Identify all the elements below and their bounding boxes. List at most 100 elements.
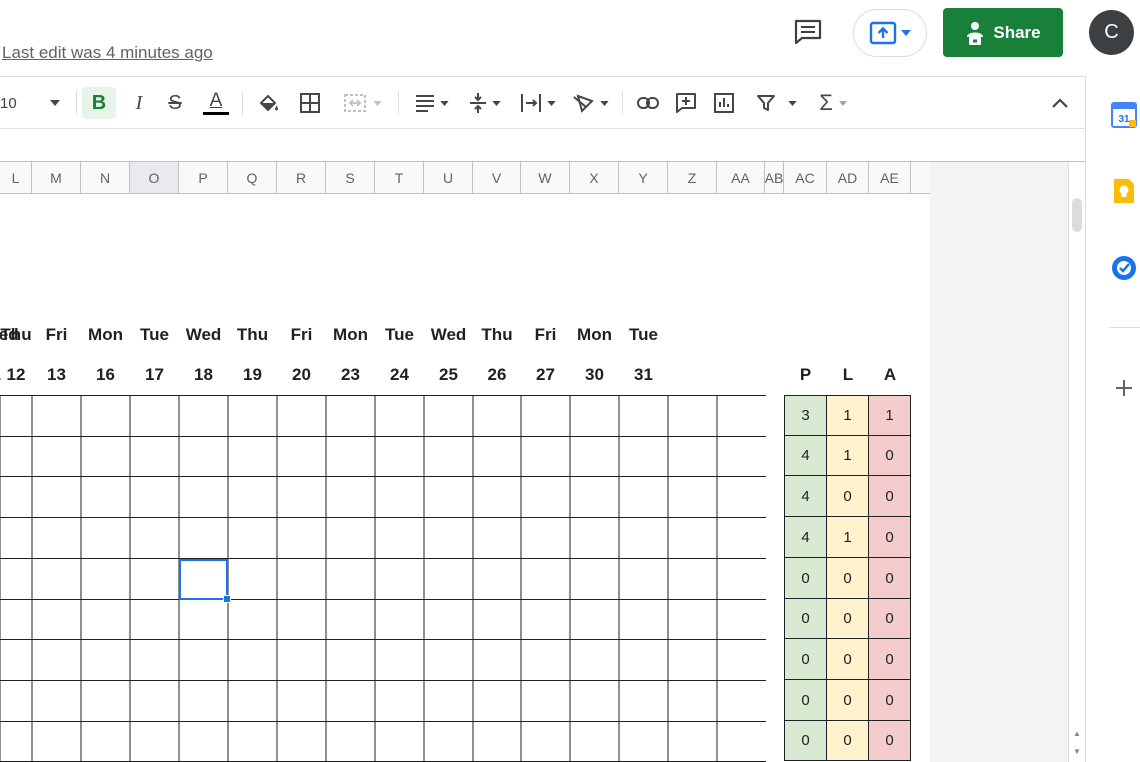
present-count-cell[interactable]: 4 [784, 476, 827, 517]
column-header-q[interactable]: Q [228, 162, 277, 193]
column-header-y[interactable]: Y [619, 162, 668, 193]
create-filter-button[interactable] [748, 87, 804, 119]
column-header-ad[interactable]: AD [827, 162, 869, 193]
attendance-grid[interactable] [0, 395, 769, 762]
text-color-button[interactable]: A [198, 87, 234, 119]
column-header-w[interactable]: W [521, 162, 570, 193]
day-of-week-label: Thu [0, 325, 32, 344]
late-count-cell[interactable]: 0 [827, 680, 869, 721]
chevron-down-icon [901, 30, 911, 36]
calendar-button[interactable]: 31 [1109, 100, 1139, 130]
present-count-cell[interactable]: 0 [784, 721, 827, 761]
column-header-o[interactable]: O [130, 162, 179, 193]
text-rotation-button[interactable] [568, 87, 612, 119]
present-count-cell[interactable]: 4 [784, 436, 827, 476]
column-header-n[interactable]: N [81, 162, 130, 193]
day-number-label: 17 [145, 365, 164, 384]
column-header-x[interactable]: X [570, 162, 619, 193]
formula-bar[interactable] [0, 129, 1085, 162]
late-count-cell[interactable]: 0 [827, 476, 869, 517]
column-header-ab[interactable]: AB [765, 162, 784, 193]
absent-count-cell[interactable]: 0 [869, 599, 911, 639]
day-number-label: 24 [390, 365, 409, 384]
column-header-ae[interactable]: AE [869, 162, 911, 193]
functions-button[interactable]: Σ [812, 87, 854, 119]
bold-button[interactable]: B [82, 87, 116, 119]
column-header-p[interactable]: P [179, 162, 228, 193]
keep-button[interactable] [1109, 176, 1139, 206]
strikethrough-button[interactable]: S [160, 87, 190, 119]
column-header-u[interactable]: U [424, 162, 473, 193]
side-panel: 31 [1085, 76, 1140, 762]
day-of-week-label: Tue [629, 325, 658, 344]
scroll-up-arrow-icon[interactable]: ▲ [1071, 728, 1083, 740]
italic-button[interactable]: I [124, 87, 154, 119]
absent-count-cell[interactable]: 0 [869, 721, 911, 761]
present-count-cell[interactable]: 0 [784, 599, 827, 639]
fill-color-button[interactable] [254, 87, 284, 119]
column-header-z[interactable]: Z [668, 162, 717, 193]
day-of-week-label: Mon [333, 325, 368, 344]
absent-count-cell[interactable]: 0 [869, 476, 911, 517]
share-button[interactable]: Share [943, 8, 1063, 57]
absent-count-cell[interactable]: 0 [869, 517, 911, 558]
late-count-cell[interactable]: 1 [827, 395, 869, 436]
column-header-ac[interactable]: AC [784, 162, 827, 193]
late-count-cell[interactable]: 1 [827, 517, 869, 558]
day-number-label: 13 [47, 365, 66, 384]
absent-count-cell[interactable]: 0 [869, 558, 911, 599]
present-button[interactable] [853, 9, 927, 57]
present-count-cell[interactable]: 0 [784, 680, 827, 721]
insert-link-button[interactable] [632, 87, 664, 119]
column-header-r[interactable]: R [277, 162, 326, 193]
absent-count-cell[interactable]: 0 [869, 639, 911, 680]
insert-comment-button[interactable] [670, 87, 702, 119]
present-count-cell[interactable]: 4 [784, 517, 827, 558]
day-of-week-label: Tue [385, 325, 414, 344]
horizontal-align-button[interactable] [408, 87, 454, 119]
borders-button[interactable] [294, 87, 326, 119]
late-count-cell[interactable]: 1 [827, 436, 869, 476]
scroll-down-arrow-icon[interactable]: ▼ [1071, 746, 1083, 758]
day-number-label: 19 [243, 365, 262, 384]
present-count-cell[interactable]: 0 [784, 639, 827, 680]
absent-count-cell[interactable]: 1 [869, 395, 911, 436]
late-count-cell[interactable]: 0 [827, 639, 869, 680]
chevron-down-icon [50, 100, 60, 106]
hide-menus-button[interactable] [1044, 87, 1076, 119]
column-header-l[interactable]: L [0, 162, 32, 193]
day-of-week-label: Mon [88, 325, 123, 344]
column-header-aa[interactable]: AA [717, 162, 765, 193]
sheet-grid[interactable]: Wed11Thu12Fri13Mon16Tue17Wed18Thu19Fri20… [0, 194, 930, 762]
late-header: L [842, 365, 854, 384]
late-count-cell[interactable]: 0 [827, 599, 869, 639]
fill-handle[interactable] [223, 595, 231, 603]
sheet-empty-area [930, 162, 1070, 762]
font-size-select[interactable]: 10 [0, 87, 72, 119]
toolbar-divider [622, 91, 623, 115]
column-header-m[interactable]: M [32, 162, 81, 193]
get-addons-button[interactable] [1109, 373, 1139, 403]
comment-history-button[interactable] [788, 14, 828, 50]
day-of-week-label: Mon [577, 325, 612, 344]
absent-count-cell[interactable]: 0 [869, 680, 911, 721]
tasks-button[interactable] [1109, 253, 1139, 283]
vertical-align-button[interactable] [462, 87, 506, 119]
text-wrapping-button[interactable] [514, 87, 560, 119]
vertical-scrollbar[interactable]: ▲ ▼ [1068, 162, 1085, 762]
account-avatar[interactable]: C [1089, 10, 1134, 55]
scrollbar-thumb[interactable] [1072, 198, 1082, 232]
present-count-cell[interactable]: 0 [784, 558, 827, 599]
absent-count-cell[interactable]: 0 [869, 436, 911, 476]
late-count-cell[interactable]: 0 [827, 721, 869, 761]
column-header-v[interactable]: V [473, 162, 521, 193]
column-header-t[interactable]: T [375, 162, 424, 193]
day-of-week-label: Fri [290, 325, 313, 344]
present-count-cell[interactable]: 3 [784, 395, 827, 436]
merge-cells-button[interactable] [334, 87, 390, 119]
column-header-s[interactable]: S [326, 162, 375, 193]
last-edit-link[interactable]: Last edit was 4 minutes ago [2, 43, 213, 63]
comment-icon [794, 19, 822, 45]
late-count-cell[interactable]: 0 [827, 558, 869, 599]
insert-chart-button[interactable] [708, 87, 740, 119]
